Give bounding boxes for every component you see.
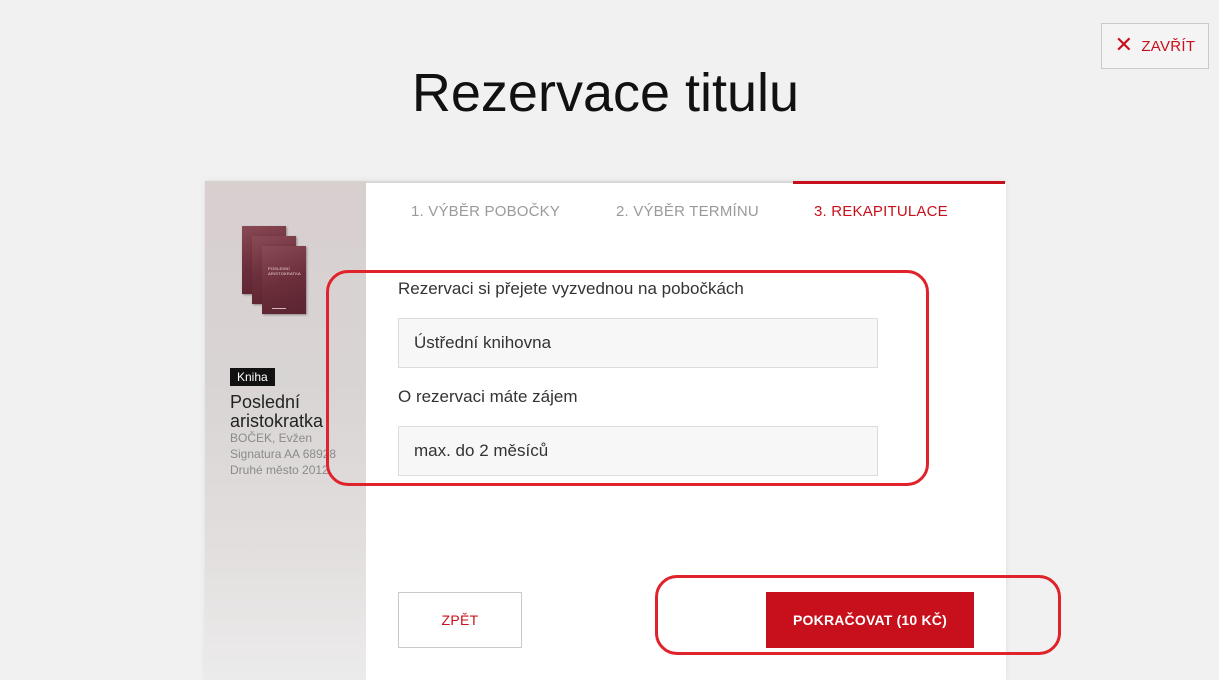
page-title: Rezervace titulu [411, 63, 800, 123]
book-author: BOČEK, Evžen [230, 431, 313, 445]
tab-branch-selection[interactable]: 1. VÝBĚR POBOČKY [411, 203, 560, 220]
close-icon: ✕ [1114, 31, 1134, 57]
book-sidebar: POSLEDNÍ ARISTOKRATKA Kniha Poslední ari… [205, 181, 366, 680]
continue-button[interactable]: POKRAČOVAT (10 KČ) [766, 592, 974, 648]
interest-field: max. do 2 měsíců [398, 426, 878, 476]
book-cover-text: POSLEDNÍ ARISTOKRATKA [268, 266, 301, 276]
branch-field: Ústřední knihovna [398, 318, 878, 368]
book-cover-front: POSLEDNÍ ARISTOKRATKA [262, 246, 306, 314]
active-step-indicator [793, 181, 1005, 184]
close-label: ZAVŘÍT [1141, 37, 1196, 55]
reservation-card: POSLEDNÍ ARISTOKRATKA Kniha Poslední ari… [205, 181, 1006, 680]
type-badge: Kniha [230, 368, 275, 386]
interest-label: O rezervaci máte zájem [398, 387, 578, 406]
book-signature: Signatura AA 68928 [230, 447, 337, 461]
branch-value: Ústřední knihovna [414, 333, 552, 352]
tab-term-selection[interactable]: 2. VÝBĚR TERMÍNU [616, 203, 759, 220]
branch-label: Rezervaci si přejete vyzvednou na pobočk… [398, 279, 744, 298]
tab-recapitulation[interactable]: 3. REKAPITULACE [814, 203, 948, 220]
book-publisher: Druhé město 2012 [230, 463, 329, 477]
interest-value: max. do 2 měsíců [414, 441, 549, 460]
book-title[interactable]: Poslední aristokratka [230, 393, 366, 431]
back-button[interactable]: ZPĚT [398, 592, 522, 648]
